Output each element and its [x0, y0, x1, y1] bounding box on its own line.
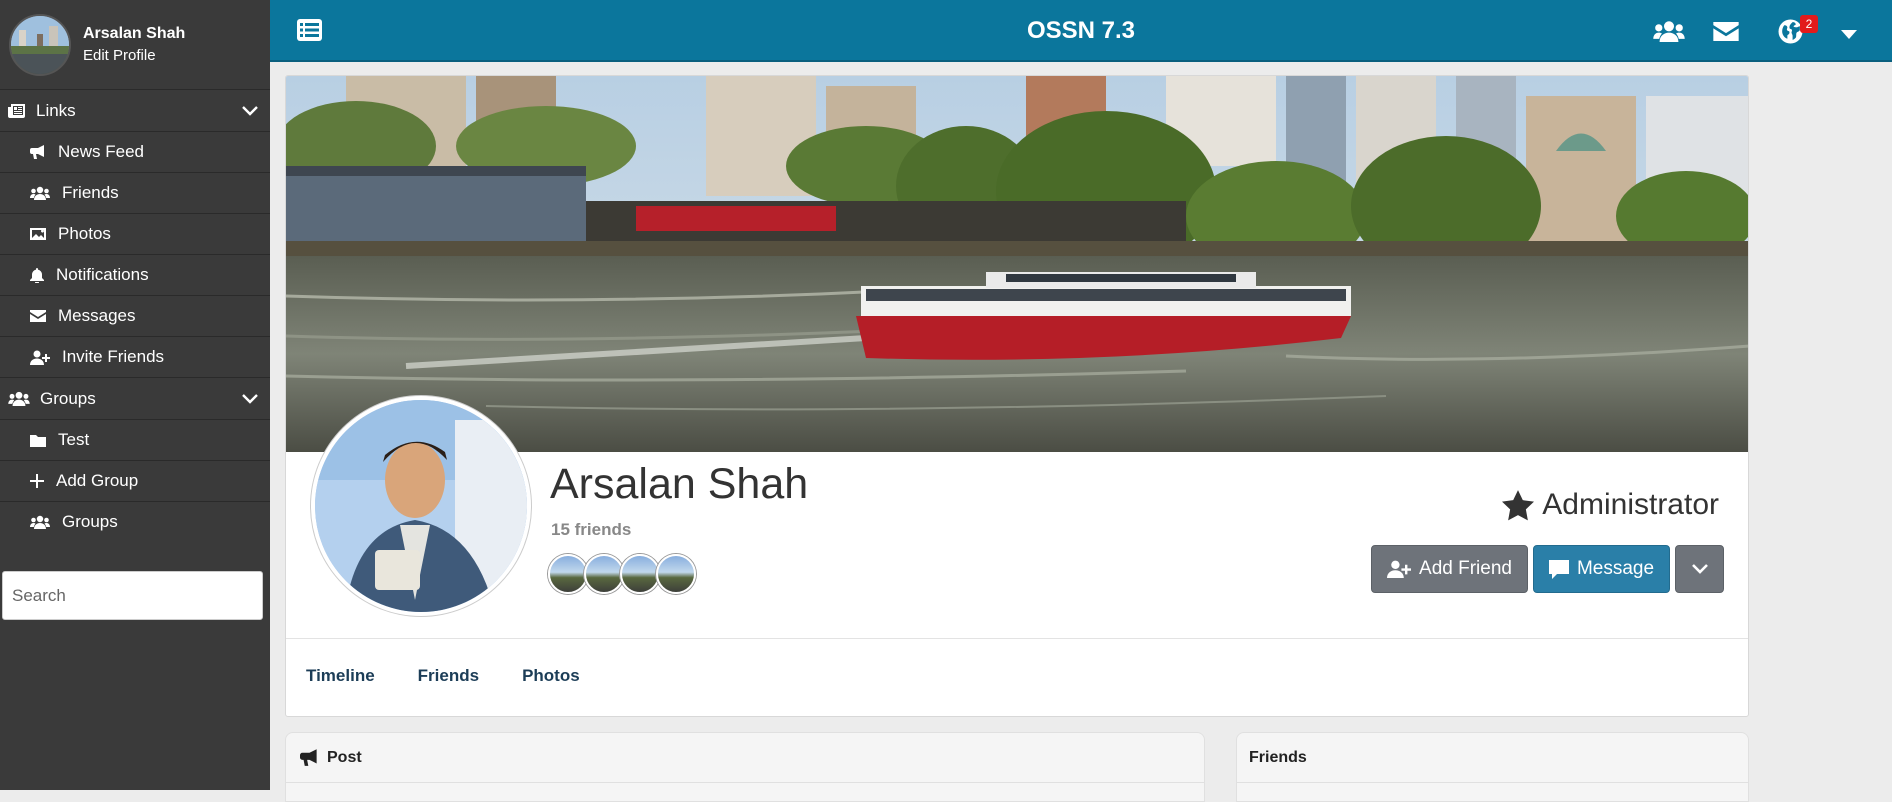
sidebar-item-invite-friends[interactable]: Invite Friends — [0, 336, 270, 377]
post-panel: Post — [285, 732, 1205, 802]
newspaper-icon — [8, 103, 25, 118]
cover-photo — [286, 76, 1748, 452]
friends-panel: Friends — [1236, 732, 1749, 802]
sidebar-item-label: Add Group — [56, 471, 139, 490]
sidebar-section-links[interactable]: Links — [0, 89, 270, 131]
friends-panel-header: Friends — [1237, 733, 1748, 783]
users-icon — [30, 515, 50, 529]
folder-icon — [30, 434, 46, 447]
bullhorn-icon — [300, 749, 317, 766]
profile-picture[interactable] — [311, 396, 531, 616]
image-icon — [30, 228, 46, 240]
menu-list-icon[interactable] — [297, 19, 322, 46]
sidebar-section-label: Groups — [40, 388, 96, 408]
chevron-down-icon[interactable] — [242, 105, 258, 116]
profile-tabs: Timeline Friends Photos — [306, 666, 580, 686]
users-icon[interactable] — [1653, 20, 1685, 47]
sidebar-item-groups[interactable]: Groups — [0, 501, 270, 542]
friend-avatar[interactable] — [656, 554, 696, 594]
tab-friends[interactable]: Friends — [418, 666, 479, 686]
friend-avatar[interactable] — [548, 554, 588, 594]
profile-name: Arsalan Shah — [550, 460, 809, 508]
profile-card: Arsalan Shah 15 friends Administrator Ad… — [285, 75, 1749, 717]
role-badge: Administrator — [1502, 488, 1719, 522]
friend-avatar[interactable] — [620, 554, 660, 594]
envelope-icon — [30, 310, 46, 322]
sidebar-item-label: Groups — [62, 512, 118, 531]
profile-divider — [286, 638, 1748, 639]
sidebar: Arsalan Shah Edit Profile Links News Fee… — [0, 0, 270, 790]
sidebar-item-test[interactable]: Test — [0, 419, 270, 460]
chevron-down-icon — [1691, 564, 1708, 574]
envelope-icon[interactable] — [1713, 22, 1739, 46]
sidebar-item-news-feed[interactable]: News Feed — [0, 131, 270, 172]
friend-avatar[interactable] — [584, 554, 624, 594]
top-navbar: OSSN 7.3 — [270, 0, 1892, 62]
user-name[interactable]: Arsalan Shah — [83, 23, 185, 45]
sidebar-item-friends[interactable]: Friends — [0, 172, 270, 213]
sidebar-item-messages[interactable]: Messages — [0, 295, 270, 336]
message-button[interactable]: Message — [1533, 545, 1670, 593]
sidebar-item-label: Friends — [62, 183, 119, 202]
role-label: Administrator — [1542, 488, 1719, 521]
sidebar-item-label: Test — [58, 430, 90, 449]
users-icon — [8, 391, 30, 406]
search-input[interactable] — [2, 571, 263, 620]
post-panel-title[interactable]: Post — [327, 749, 362, 767]
sidebar-item-add-group[interactable]: Add Group — [0, 460, 270, 501]
friends-count[interactable]: 15 friends — [551, 520, 631, 540]
post-panel-header: Post — [286, 733, 1204, 783]
message-label: Message — [1576, 558, 1655, 579]
add-friend-label: Add Friend — [1419, 558, 1512, 579]
more-options-button[interactable] — [1675, 545, 1724, 593]
user-plus-icon — [1387, 560, 1412, 578]
tab-photos[interactable]: Photos — [522, 666, 580, 686]
sidebar-user: Arsalan Shah Edit Profile — [0, 0, 270, 89]
add-friend-button[interactable]: Add Friend — [1371, 545, 1528, 593]
sidebar-item-photos[interactable]: Photos — [0, 213, 270, 254]
user-plus-icon — [30, 350, 50, 365]
sidebar-item-label: News Feed — [58, 142, 144, 161]
sidebar-item-label: Photos — [58, 224, 111, 243]
friend-thumbnails — [548, 554, 696, 594]
sidebar-item-notifications[interactable]: Notifications — [0, 254, 270, 295]
tab-timeline[interactable]: Timeline — [306, 666, 375, 686]
chevron-down-icon[interactable] — [242, 393, 258, 404]
users-icon — [30, 186, 50, 200]
user-avatar[interactable] — [9, 13, 71, 76]
sidebar-item-label: Notifications — [56, 265, 149, 284]
comment-icon — [1548, 559, 1569, 579]
caret-down-icon[interactable] — [1841, 27, 1857, 45]
sidebar-section-label: Links — [36, 100, 76, 120]
site-title: OSSN 7.3 — [1026, 17, 1136, 44]
edit-profile-link[interactable]: Edit Profile — [83, 45, 185, 67]
plus-icon — [30, 474, 44, 488]
bullhorn-icon — [30, 145, 44, 159]
sidebar-item-label: Messages — [58, 306, 136, 325]
bell-icon — [30, 267, 44, 283]
notification-badge: 2 — [1800, 15, 1818, 33]
star-icon — [1502, 489, 1535, 520]
friends-panel-title: Friends — [1249, 748, 1307, 766]
sidebar-section-groups[interactable]: Groups — [0, 377, 270, 419]
sidebar-item-label: Invite Friends — [62, 347, 165, 366]
